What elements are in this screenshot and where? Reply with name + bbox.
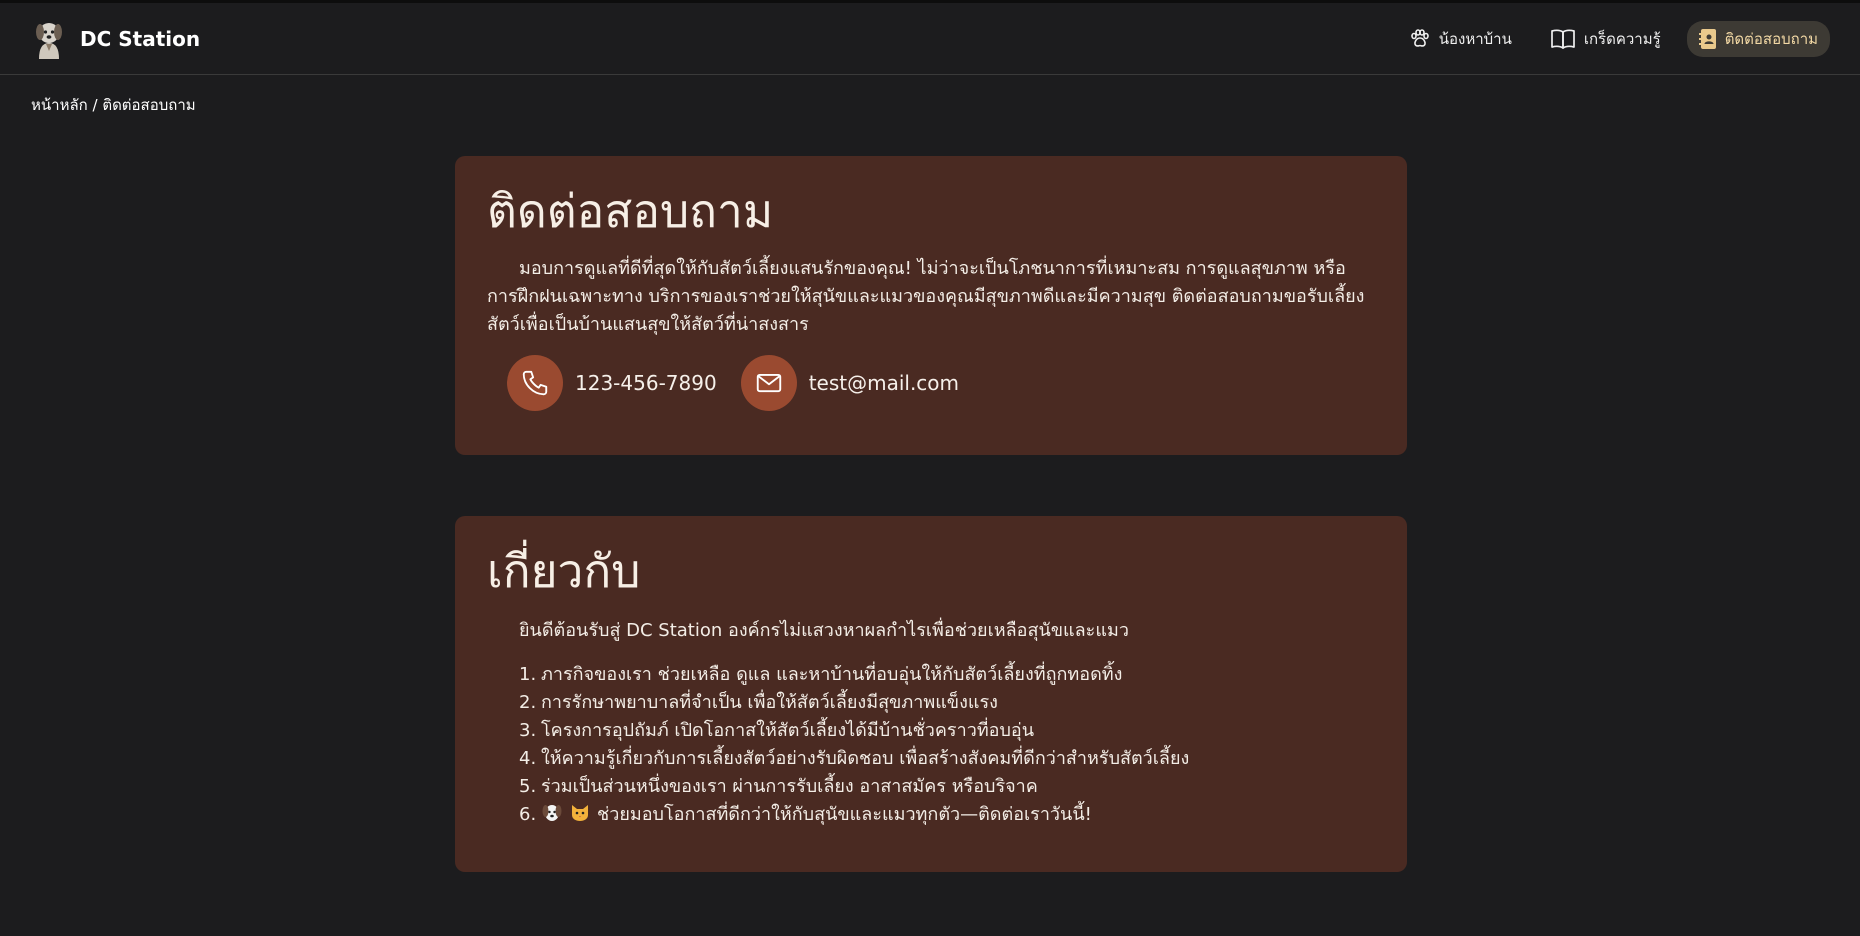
list-item-text: ภารกิจของเรา ช่วยเหลือ ดูแล และหาบ้านที่… <box>541 663 1123 685</box>
book-icon <box>1550 28 1576 50</box>
nav-item-label: น้องหาบ้าน <box>1438 29 1512 48</box>
list-item-number: 5. <box>519 775 537 797</box>
nav-item-contact[interactable]: ติดต่อสอบถาม <box>1686 20 1830 57</box>
breadcrumb-current: ติดต่อสอบถาม <box>102 96 196 114</box>
nav-item-label: ติดต่อสอบถาม <box>1724 29 1818 48</box>
email-contact[interactable]: test@mail.com <box>740 354 960 411</box>
nav-item-knowledge[interactable]: เกร็ดความรู้ <box>1538 21 1673 57</box>
contact-card: ติดต่อสอบถาม มอบการดูแลที่ดีที่สุดให้กับ… <box>455 156 1407 455</box>
list-item: 3. โครงการอุปถัมภ์ เปิดโอกาสให้สัตว์เลี้ย… <box>519 717 1375 745</box>
list-item-number: 1. <box>519 663 537 685</box>
nav-item-adopt[interactable]: น้องหาบ้าน <box>1397 21 1524 57</box>
list-item: 4. ให้ความรู้เกี่ยวกับการเลี้ยงสัตว์อย่าง… <box>519 745 1375 773</box>
about-intro: ยินดีต้อนรับสู่ DC Station องค์กรไม่แสวง… <box>519 619 1129 641</box>
list-item: 5. ร่วมเป็นส่วนหนึ่งของเรา ผ่านการรับเลี้… <box>519 773 1375 801</box>
dog-logo-icon <box>30 19 68 59</box>
contact-title: ติดต่อสอบถาม <box>487 184 774 238</box>
phone-icon <box>507 354 563 411</box>
list-item-text: ให้ความรู้เกี่ยวกับการเลี้ยงสัตว์อย่างรั… <box>541 747 1190 769</box>
phone-number: 123-456-7890 <box>575 370 717 395</box>
list-item: 2. การรักษาพยาบาลที่จำเป็น เพื่อให้สัตว์เ… <box>519 689 1375 717</box>
list-item: 1. ภารกิจของเรา ช่วยเหลือ ดูแล และหาบ้านท… <box>519 661 1375 689</box>
contact-book-icon <box>1698 28 1717 50</box>
breadcrumb-separator: / <box>87 96 103 114</box>
contact-methods: 123-456-7890 test@mail.com <box>487 354 1375 411</box>
paw-icon <box>1409 28 1431 49</box>
breadcrumb-home-link[interactable]: หน้าหลัก <box>31 96 88 114</box>
about-card: เกี่ยวกับ ยินดีต้อนรับสู่ DC Station องค… <box>455 516 1407 872</box>
envelope-icon <box>740 354 797 411</box>
brand-link[interactable]: DC Station <box>30 19 200 59</box>
about-title: เกี่ยวกับ <box>487 544 641 598</box>
list-item-number: 4. <box>519 747 537 769</box>
list-item-text: ช่วยมอบโอกาสที่ดีกว่าให้กับสุนัขและแมวทุ… <box>597 803 1092 825</box>
contact-description: มอบการดูแลที่ดีที่สุดให้กับสัตว์เลี้ยงแส… <box>487 257 1365 335</box>
list-item-number: 3. <box>519 719 537 741</box>
email-address: test@mail.com <box>808 370 960 395</box>
list-item: 6. ช่วยมอบโอกาสที่ดีกว่าให้กับสุนัขและแม… <box>519 801 1375 832</box>
nav-item-label: เกร็ดความรู้ <box>1583 29 1661 48</box>
cat-face-icon <box>569 801 591 832</box>
about-list: 1. ภารกิจของเรา ช่วยเหลือ ดูแล และหาบ้านท… <box>487 661 1375 832</box>
phone-contact[interactable]: 123-456-7890 <box>507 354 717 411</box>
navbar: DC Station น้องหาบ้าน เกร็ดความรู้ ติดต่… <box>0 3 1860 75</box>
list-item-number: 6. <box>519 803 537 825</box>
brand-name: DC Station <box>80 26 201 51</box>
dog-face-icon <box>541 801 563 832</box>
list-item-text: โครงการอุปถัมภ์ เปิดโอกาสให้สัตว์เลี้ยงไ… <box>541 719 1035 741</box>
breadcrumb: หน้าหลัก / ติดต่อสอบถาม <box>31 93 196 117</box>
nav-links: น้องหาบ้าน เกร็ดความรู้ ติดต่อสอบถาม <box>1397 20 1830 57</box>
list-item-number: 2. <box>519 691 537 713</box>
list-item-text: ร่วมเป็นส่วนหนึ่งของเรา ผ่านการรับเลี้ยง… <box>541 775 1038 797</box>
list-item-text: การรักษาพยาบาลที่จำเป็น เพื่อให้สัตว์เลี… <box>541 691 998 713</box>
